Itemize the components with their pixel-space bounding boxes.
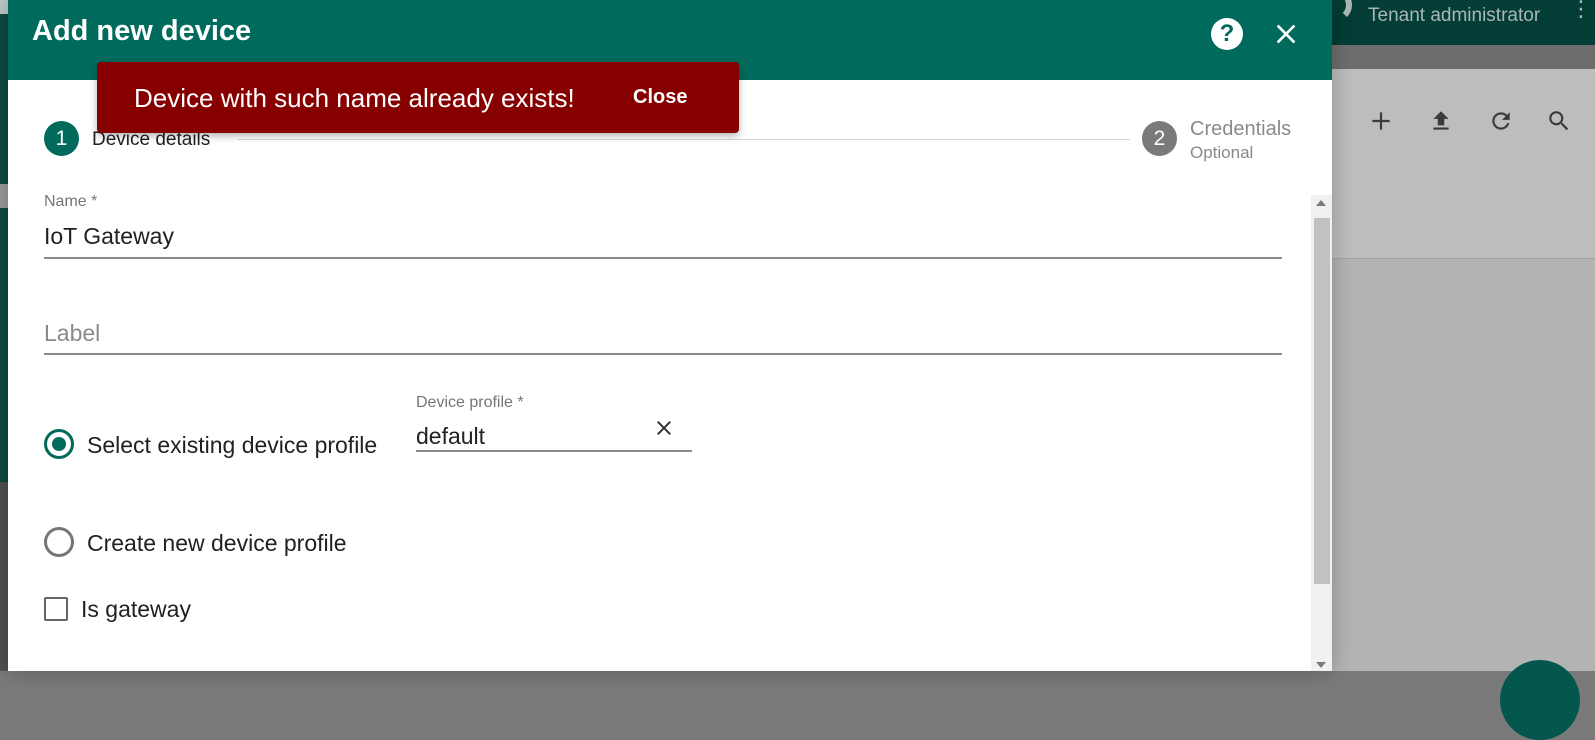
scroll-up-arrow-icon[interactable] [1316,200,1326,206]
error-toast: Device with such name already exists! Cl… [97,62,739,133]
close-icon[interactable] [1270,18,1302,50]
label-input-underline [44,353,1282,355]
add-icon [1368,108,1394,139]
dialog-title: Add new device [32,15,252,47]
toast-close-button[interactable]: Close [633,86,687,109]
upload-icon [1428,108,1454,139]
add-device-dialog: Add new device ? 1 Device details 2 Cred… [8,0,1332,671]
step-number: 1 [44,121,79,156]
refresh-icon [1488,108,1514,139]
search-icon [1546,108,1572,139]
radio-create-new-profile[interactable] [44,527,74,557]
toast-message: Device with such name already exists! [134,83,575,113]
step-credentials[interactable]: 2 Credentials Optional [1142,118,1291,163]
is-gateway-checkbox[interactable] [44,597,68,621]
device-profile-input[interactable]: default [416,423,485,450]
background-sidebar-edge [0,0,8,671]
step-sublabel: Optional [1190,143,1254,162]
name-field-label: Name * [44,193,98,210]
scroll-down-arrow-icon[interactable] [1316,662,1326,668]
add-fab-button [1500,660,1580,740]
user-role: Tenant administrator [1368,5,1541,26]
radio-label-select-existing: Select existing device profile [87,432,378,458]
radio-select-existing-profile[interactable] [44,429,74,459]
name-input[interactable]: IoT Gateway [44,223,174,250]
is-gateway-label: Is gateway [81,596,191,622]
clear-icon[interactable] [652,416,676,440]
stepper-connector [238,139,1130,140]
more-vert-icon: ⋮ [1570,0,1592,21]
help-icon[interactable]: ? [1211,18,1243,50]
step-number: 2 [1142,121,1177,156]
label-input[interactable]: Label [44,320,100,347]
scrollbar-thumb[interactable] [1314,218,1330,584]
background-table-panel [1332,69,1595,671]
device-profile-underline [416,450,692,452]
radio-label-create-new: Create new device profile [87,530,347,556]
device-profile-label: Device profile * [416,394,524,411]
step-label: Credentials [1190,118,1292,140]
background-toolbar [1332,45,1595,69]
name-input-underline [44,257,1282,259]
